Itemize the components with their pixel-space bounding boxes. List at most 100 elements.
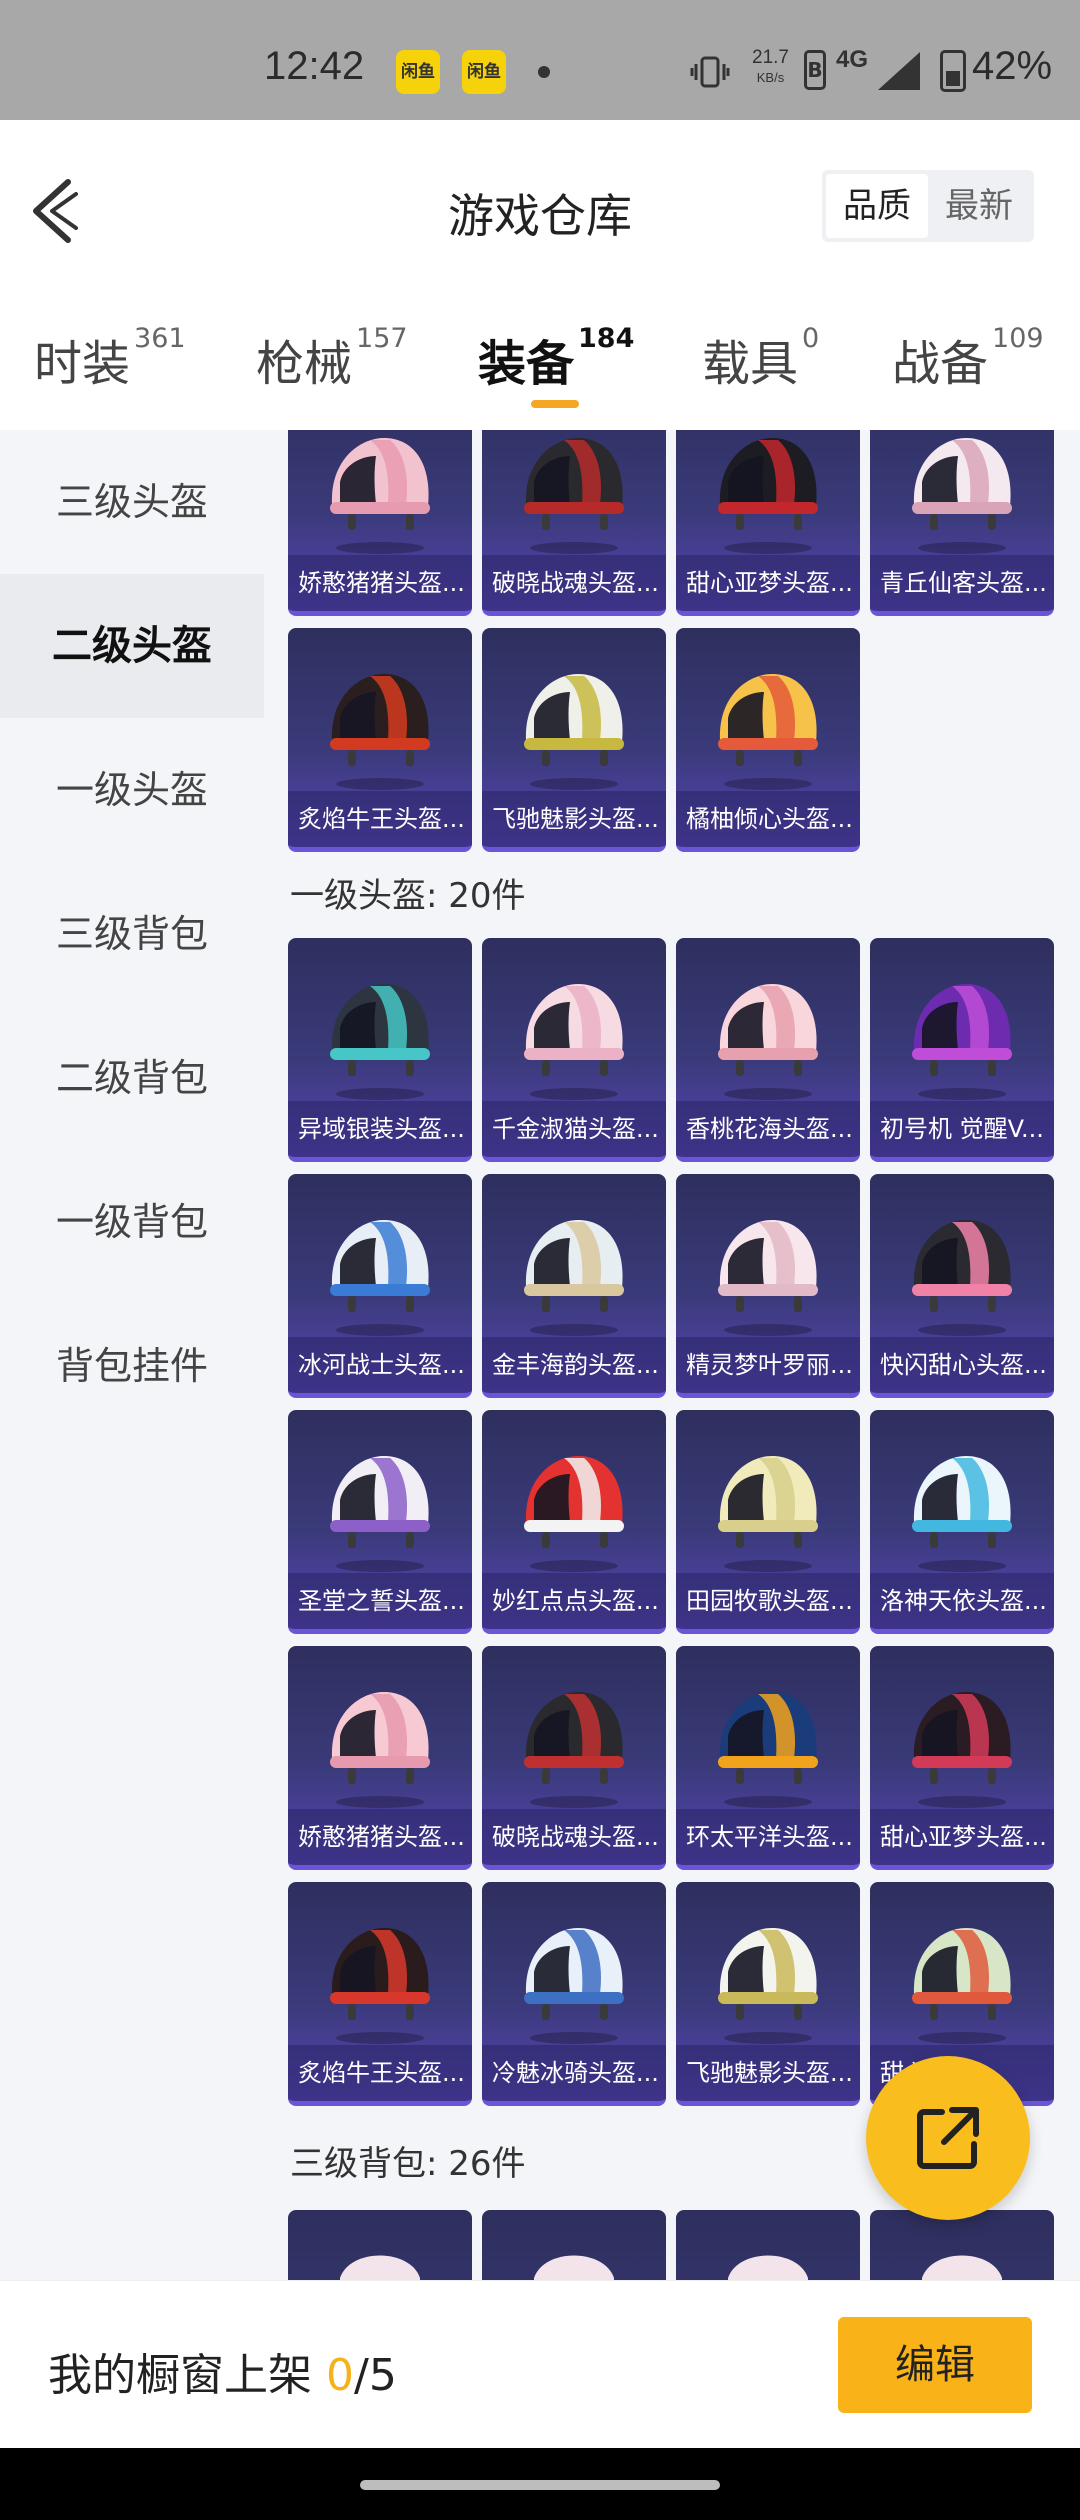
helmet-icon <box>912 1692 1012 1808</box>
helmet-icon <box>912 438 1012 554</box>
helmet-card-name: 青丘仙客头盔... <box>870 555 1054 611</box>
helmet-card[interactable]: 炙焰牛王头盔... <box>288 628 472 852</box>
sort-quality-button[interactable]: 品质 <box>826 174 928 238</box>
helmet-card[interactable]: 破晓战魂头盔... <box>482 1646 666 1870</box>
helmet-icon <box>524 1928 624 2044</box>
helmet-card-name: 娇憨猪猪头盔... <box>288 555 472 611</box>
tab-vehicles[interactable]: 载具 0 <box>702 323 819 394</box>
helmet-card[interactable]: 精灵梦叶罗丽... <box>676 1174 860 1398</box>
helmet-card[interactable]: 千金淑猫头盔... <box>482 938 666 1162</box>
sidebar-item-level1-backpack[interactable]: 一级背包 <box>0 1150 264 1294</box>
sidebar-item-backpack-pendant[interactable]: 背包挂件 <box>0 1294 264 1438</box>
helmet-card-name: 破晓战魂头盔... <box>482 555 666 611</box>
sidebar-item-level2-helmet[interactable]: 二级头盔 <box>0 574 264 718</box>
helmet-card-name: 异域银装头盔... <box>288 1101 472 1157</box>
helmet-card[interactable]: 飞驰魅影头盔... <box>482 628 666 852</box>
helmet-card-name: 冷魅冰骑头盔... <box>482 2045 666 2101</box>
helmet-card-name: 冰河战士头盔... <box>288 1337 472 1393</box>
helmet-card[interactable]: 香桃花海头盔... <box>676 938 860 1162</box>
helmet-card-name: 金丰海韵头盔... <box>482 1337 666 1393</box>
helmet-card[interactable]: 冰河战士头盔... <box>288 1174 472 1398</box>
helmet-card[interactable]: 橘柚倾心头盔... <box>676 628 860 852</box>
helmet-card[interactable]: 圣堂之誓头盔... <box>288 1410 472 1634</box>
tab-label: 装备 <box>478 336 575 392</box>
helmet-card-name: 田园牧歌头盔... <box>676 1573 860 1629</box>
helmet-card[interactable]: 环太平洋头盔... <box>676 1646 860 1870</box>
helmet-card[interactable]: 冷魅冰骑头盔... <box>482 1882 666 2106</box>
category-tabs: 时装 361 枪械 157 装备 184 载具 0 战备 109 <box>0 290 1080 430</box>
battery-percent: 42% <box>972 44 1053 88</box>
tab-count: 361 <box>134 323 186 354</box>
tab-count: 109 <box>992 323 1044 354</box>
helmet-card-name: 初号机 觉醒V... <box>870 1101 1054 1157</box>
showcase-total: /5 <box>354 2350 397 2401</box>
bottom-bar: 我的橱窗上架 0/5 编辑 <box>0 2280 1080 2448</box>
helmet-card[interactable]: 快闪甜心头盔... <box>870 1174 1054 1398</box>
backpack-icon <box>922 2255 1002 2280</box>
helmet-card[interactable]: 娇憨猪猪头盔... <box>288 430 472 616</box>
tab-count: 184 <box>578 323 635 354</box>
helmet-card-name: 精灵梦叶罗丽... <box>676 1337 860 1393</box>
sidebar-item-level2-backpack[interactable]: 二级背包 <box>0 1006 264 1150</box>
vibrate-icon <box>690 56 730 88</box>
helmet-card-name: 妙红点点头盔... <box>482 1573 666 1629</box>
external-link-icon <box>917 2107 979 2169</box>
showcase-count: 0 <box>326 2350 354 2401</box>
network-speed-value: 21.7 <box>752 47 789 68</box>
helmet-card-name: 破晓战魂头盔... <box>482 1809 666 1865</box>
tab-supplies[interactable]: 战备 109 <box>892 323 1044 394</box>
helmet-icon <box>912 984 1012 1100</box>
helmet-icon <box>330 438 430 554</box>
helmet-icon <box>330 1928 430 2044</box>
helmet-icon <box>524 1692 624 1808</box>
tab-label: 枪械 <box>256 336 353 392</box>
helmet-icon <box>330 674 430 790</box>
xianyu-notification-icon: 闲鱼 <box>396 50 440 94</box>
helmet-card[interactable]: 妙红点点头盔... <box>482 1410 666 1634</box>
status-time: 12:42 <box>264 44 365 88</box>
backpack-card[interactable] <box>482 2210 666 2280</box>
backpack-icon <box>340 2255 420 2280</box>
helmet-icon <box>718 984 818 1100</box>
helmet-card[interactable]: 炙焰牛王头盔... <box>288 1882 472 2106</box>
header: 游戏仓库 品质 最新 <box>0 120 1080 290</box>
helmet-icon <box>524 1456 624 1572</box>
helmet-icon <box>330 1456 430 1572</box>
active-tab-indicator <box>531 400 579 408</box>
helmet-icon <box>524 984 624 1100</box>
tab-fashion[interactable]: 时装 361 <box>34 323 186 394</box>
backpack-card[interactable] <box>288 2210 472 2280</box>
helmet-icon <box>330 1220 430 1336</box>
helmet-card[interactable]: 田园牧歌头盔... <box>676 1410 860 1634</box>
sidebar-item-level1-helmet[interactable]: 一级头盔 <box>0 718 264 862</box>
helmet-card[interactable]: 异域银装头盔... <box>288 938 472 1162</box>
tab-label: 载具 <box>702 336 799 392</box>
status-bar: 12:42 闲鱼 闲鱼 21.7 KB/s B 4G 42% <box>0 0 1080 120</box>
helmet-card[interactable]: 娇憨猪猪头盔... <box>288 1646 472 1870</box>
helmet-icon <box>912 1928 1012 2044</box>
helmet-card[interactable]: 金丰海韵头盔... <box>482 1174 666 1398</box>
share-fab-button[interactable] <box>866 2056 1030 2220</box>
helmet-card[interactable]: 青丘仙客头盔... <box>870 430 1054 616</box>
helmet-card-name: 娇憨猪猪头盔... <box>288 1809 472 1865</box>
volte-icon: B <box>804 50 826 90</box>
sidebar-item-level3-backpack[interactable]: 三级背包 <box>0 862 264 1006</box>
helmet-card[interactable]: 甜心亚梦头盔... <box>676 430 860 616</box>
helmet-card-name: 飞驰魅影头盔... <box>676 2045 860 2101</box>
helmet-icon <box>718 1456 818 1572</box>
helmet-icon <box>718 1220 818 1336</box>
tab-weapons[interactable]: 枪械 157 <box>256 323 408 394</box>
home-gesture-handle[interactable] <box>360 2480 720 2490</box>
sort-newest-button[interactable]: 最新 <box>928 174 1030 238</box>
helmet-card[interactable]: 飞驰魅影头盔... <box>676 1882 860 2106</box>
sidebar-item-level3-helmet[interactable]: 三级头盔 <box>0 430 264 574</box>
backpack-card[interactable] <box>870 2210 1054 2280</box>
helmet-card[interactable]: 破晓战魂头盔... <box>482 430 666 616</box>
tab-equipment[interactable]: 装备 184 <box>478 323 635 394</box>
helmet-card[interactable]: 甜心亚梦头盔... <box>870 1646 1054 1870</box>
network-speed-unit: KB/s <box>756 70 785 85</box>
helmet-card[interactable]: 初号机 觉醒V... <box>870 938 1054 1162</box>
helmet-card[interactable]: 洛神天依头盔... <box>870 1410 1054 1634</box>
backpack-card[interactable] <box>676 2210 860 2280</box>
edit-button[interactable]: 编辑 <box>838 2317 1032 2413</box>
